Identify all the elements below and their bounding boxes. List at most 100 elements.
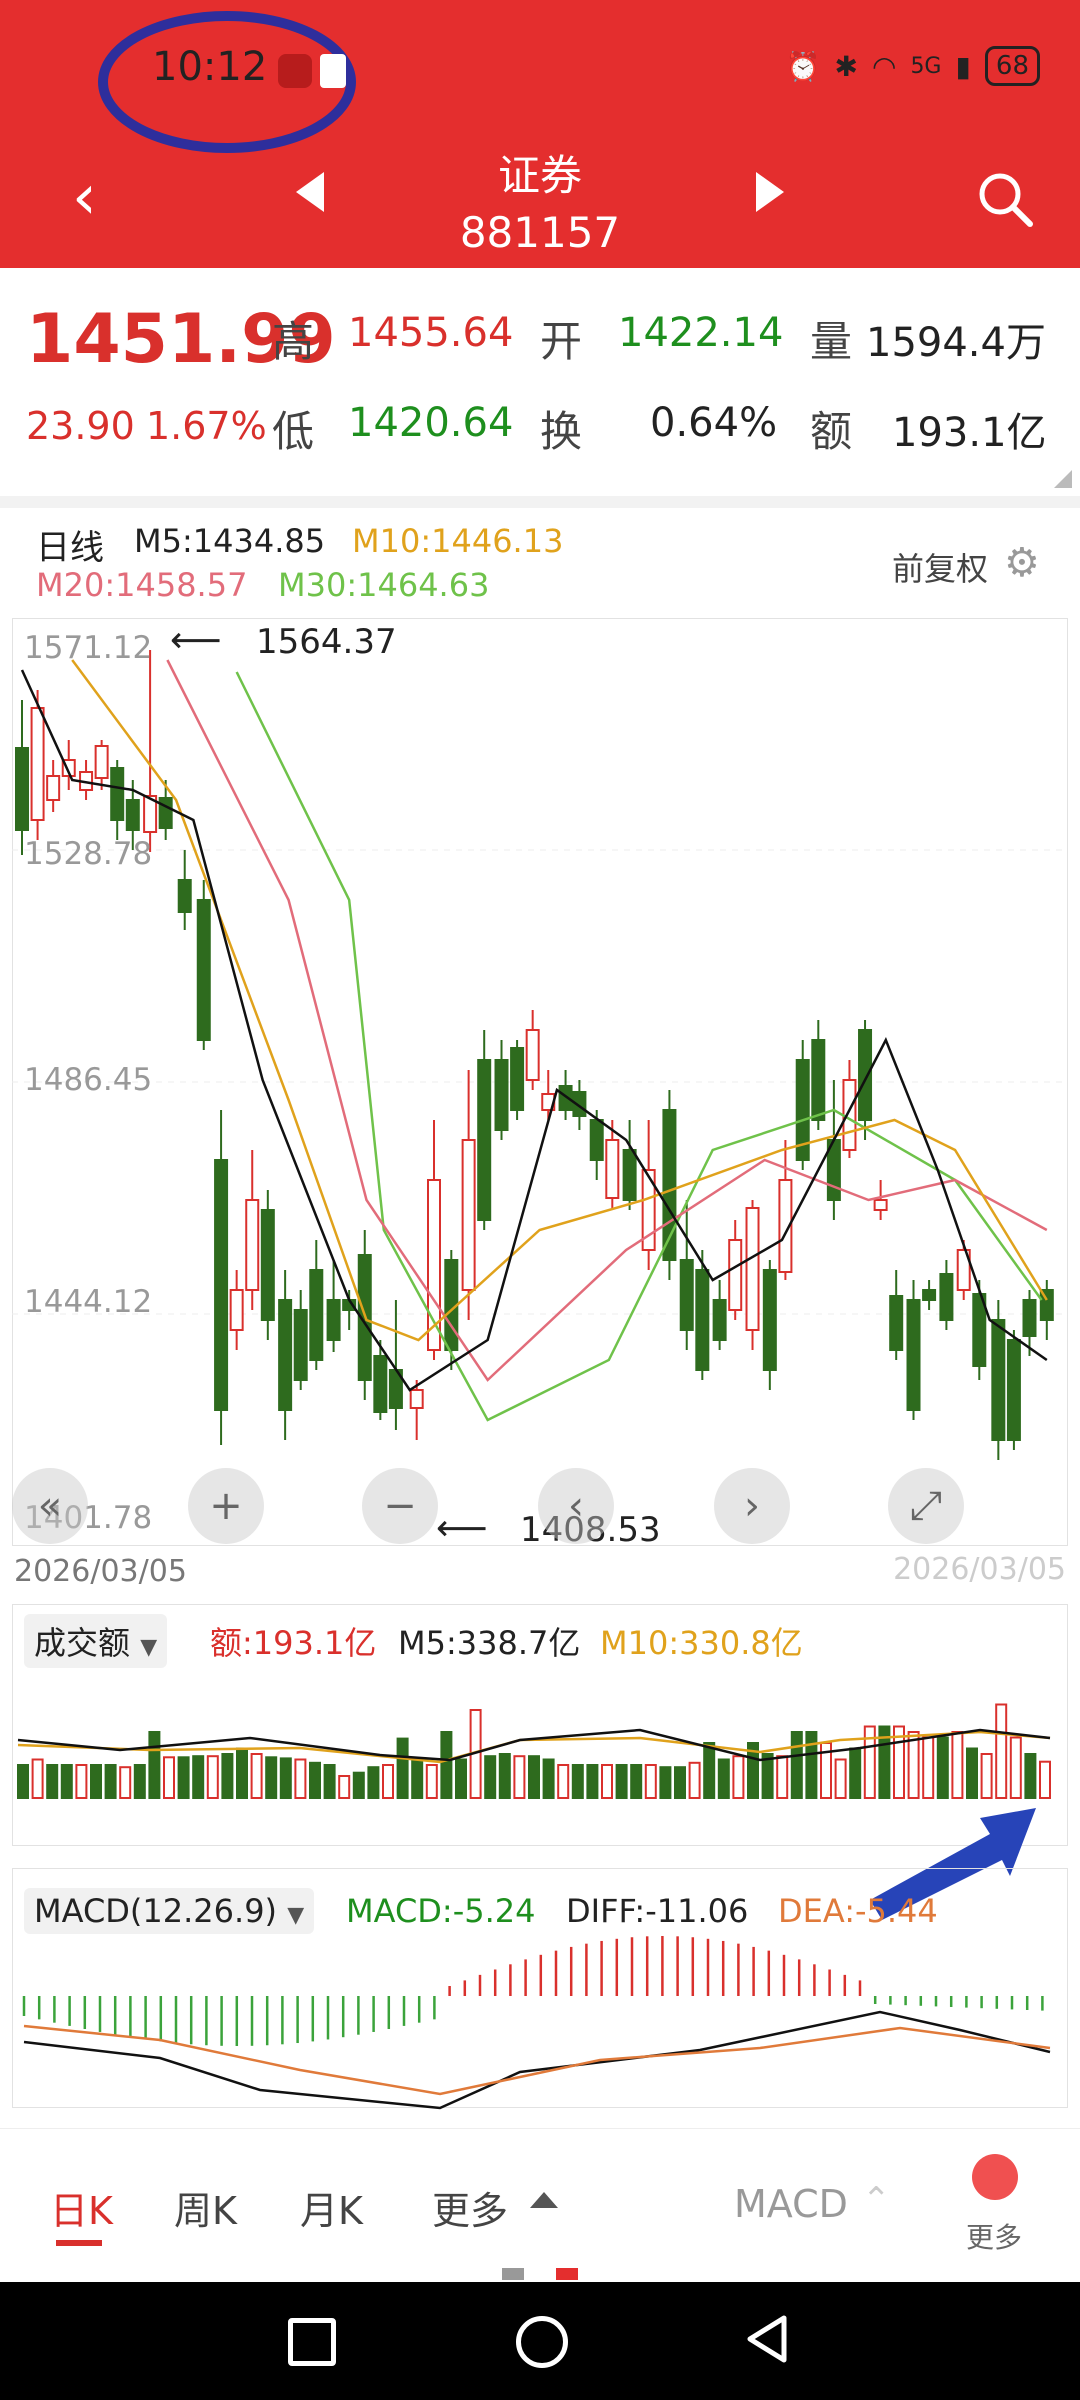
- volume-bar: [177, 1756, 190, 1800]
- next-icon[interactable]: ›: [714, 1468, 790, 1544]
- volume-bar: [221, 1753, 234, 1799]
- volume-bar: [382, 1764, 394, 1799]
- volume-bar: [966, 1747, 978, 1799]
- more-menu-icon[interactable]: [972, 2154, 1018, 2200]
- scroll-left-icon[interactable]: «: [12, 1468, 88, 1544]
- volume-bar: [542, 1758, 555, 1799]
- volume-bar: [104, 1764, 117, 1799]
- volume-bar: [615, 1764, 628, 1799]
- volume-bar: [455, 1758, 467, 1799]
- volume-bar: [557, 1764, 570, 1799]
- volume-bar: [352, 1771, 365, 1799]
- volume-bar: [133, 1764, 146, 1799]
- tab-week-k[interactable]: 周K: [174, 2180, 237, 2235]
- macd-chart[interactable]: [0, 1930, 1080, 2110]
- volume-bar: [951, 1731, 964, 1799]
- candle-body: [477, 1059, 492, 1221]
- price-chart[interactable]: [0, 0, 1080, 1560]
- high-annotation: 1564.37: [256, 622, 397, 662]
- high-arrow-icon: ⟵: [170, 620, 222, 661]
- volume-bar: [717, 1758, 730, 1799]
- tab-more-right[interactable]: 更多: [966, 2216, 1022, 2256]
- caret-up-icon: ⌃: [862, 2180, 891, 2220]
- home-icon[interactable]: [516, 2316, 568, 2368]
- volume-bar: [907, 1731, 920, 1799]
- volume-bar: [498, 1753, 511, 1799]
- volume-bar: [265, 1756, 278, 1800]
- back-nav-icon[interactable]: [744, 2314, 790, 2364]
- candle-body: [293, 1309, 308, 1381]
- candle-body: [889, 1295, 904, 1351]
- volume-bar: [644, 1764, 657, 1799]
- volume-bar: [192, 1755, 205, 1799]
- volume-bar: [60, 1764, 73, 1799]
- volume-bar: [323, 1764, 336, 1799]
- candle-body: [525, 1029, 540, 1081]
- candle-body: [991, 1319, 1006, 1441]
- candle-body: [510, 1047, 525, 1111]
- candle-body: [873, 1199, 888, 1211]
- y-axis-label-3: 1486.45: [24, 1062, 153, 1098]
- fullscreen-icon[interactable]: ⤢: [888, 1468, 964, 1544]
- macd-selector[interactable]: MACD(12.26.9) ▼: [24, 1888, 315, 1934]
- volume-bar: [995, 1703, 1008, 1799]
- diff-line: [23, 2010, 1051, 2110]
- tabs-divider: [0, 2128, 1080, 2129]
- zoom-out-icon[interactable]: −: [362, 1468, 438, 1544]
- candle-body: [605, 1139, 620, 1199]
- volume-bar: [148, 1731, 161, 1799]
- y-axis-label-4: 1444.12: [24, 1284, 153, 1320]
- candle-body: [214, 1159, 229, 1411]
- candle-body: [46, 775, 61, 801]
- candle-body: [278, 1299, 293, 1411]
- chart-date: 2026/03/05: [14, 1554, 187, 1589]
- candle-body: [622, 1149, 637, 1201]
- volume-bar: [513, 1755, 526, 1799]
- candle-body: [695, 1269, 710, 1371]
- diff-value: DIFF:-11.06: [566, 1892, 749, 1930]
- volume-bar: [586, 1764, 599, 1799]
- tab-day-k[interactable]: 日K: [50, 2180, 113, 2235]
- candle-body: [177, 879, 192, 913]
- page-dot: [502, 2268, 524, 2280]
- candle-body: [1006, 1339, 1021, 1441]
- recent-apps-icon[interactable]: [288, 2318, 336, 2366]
- zoom-in-icon[interactable]: +: [188, 1468, 264, 1544]
- prev-icon[interactable]: ‹: [538, 1468, 614, 1544]
- volume-bar: [163, 1756, 175, 1800]
- volume-bar: [659, 1766, 672, 1799]
- candle-body: [762, 1269, 777, 1371]
- candle-body: [712, 1299, 727, 1341]
- chart-date-right: 2026/03/05: [893, 1552, 1066, 1587]
- volume-bar: [688, 1761, 701, 1800]
- candle-body: [245, 1199, 260, 1291]
- ma30-line: [235, 671, 1043, 1422]
- volume-bar: [776, 1755, 789, 1799]
- tab-indicator-macd[interactable]: MACD: [734, 2182, 848, 2226]
- volume-bar: [17, 1764, 29, 1799]
- volume-bar: [440, 1731, 453, 1799]
- candle-body: [939, 1273, 954, 1321]
- candle-body: [906, 1299, 921, 1411]
- candle-body: [373, 1355, 388, 1413]
- volume-bar: [732, 1755, 745, 1799]
- tab-more[interactable]: 更多: [432, 2180, 508, 2235]
- volume-bar: [411, 1758, 424, 1799]
- volume-bar: [236, 1747, 248, 1799]
- tab-month-k[interactable]: 月K: [300, 2180, 363, 2235]
- volume-bar: [1024, 1753, 1037, 1799]
- candle-body: [196, 899, 211, 1041]
- volume-bar: [294, 1758, 307, 1799]
- candle-body: [922, 1289, 937, 1301]
- chevron-down-icon: ▼: [287, 1903, 305, 1928]
- volume-bar: [1039, 1760, 1051, 1799]
- volume-bar: [90, 1764, 102, 1799]
- volume-bar: [338, 1775, 351, 1799]
- candle-body: [858, 1029, 873, 1121]
- candle-body: [461, 1139, 476, 1291]
- volume-bar: [31, 1758, 44, 1799]
- candle-body: [589, 1119, 604, 1161]
- candle-body: [811, 1039, 826, 1121]
- volume-bar: [674, 1766, 686, 1799]
- candle-body: [94, 745, 109, 779]
